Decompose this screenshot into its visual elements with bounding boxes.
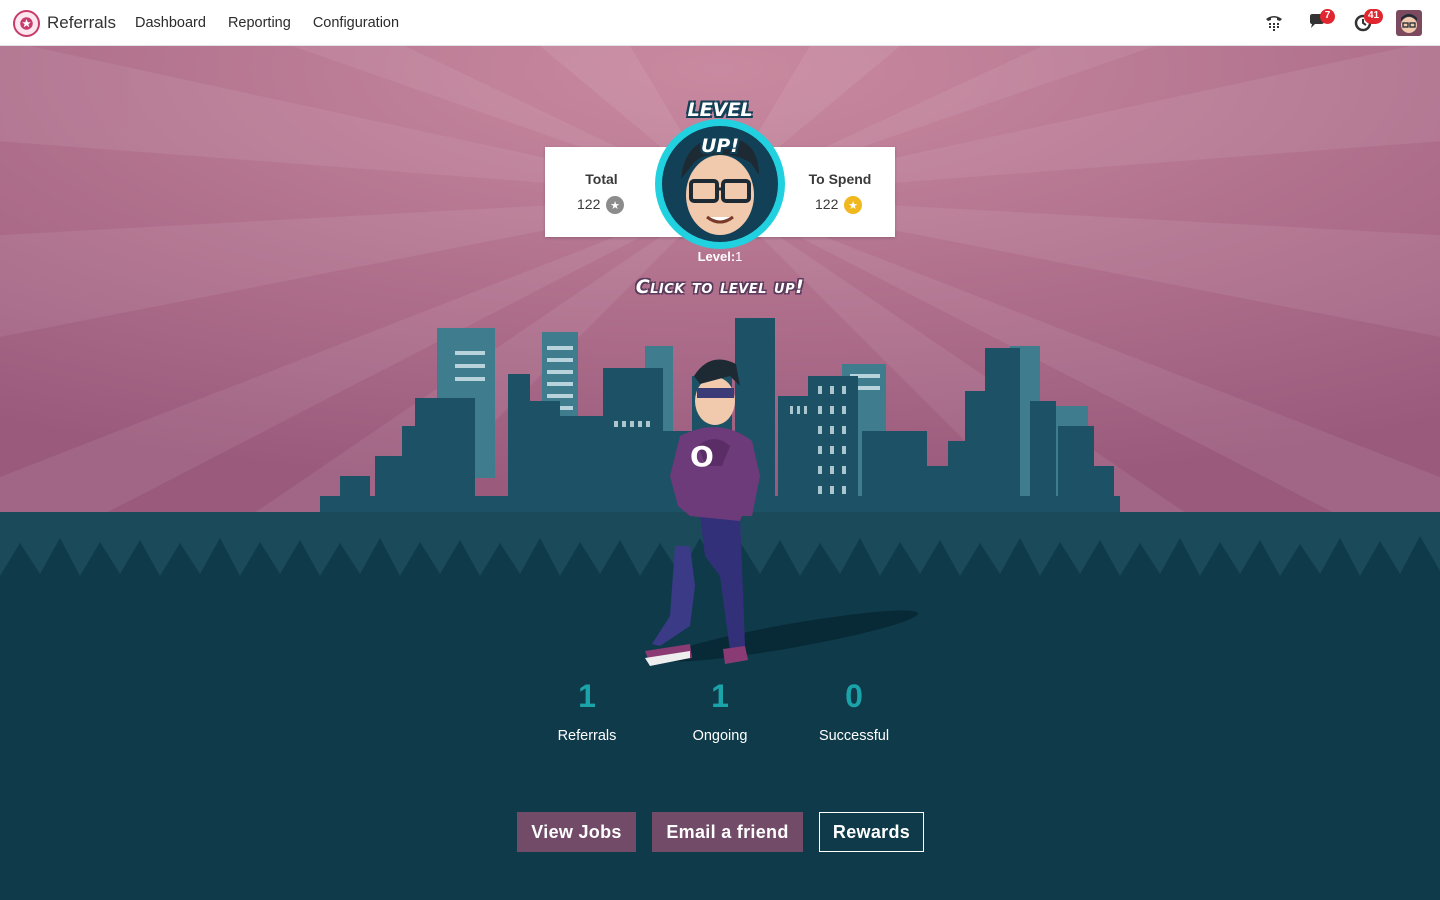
user-avatar[interactable]: [1396, 10, 1422, 36]
level-up-badge: LEVEL UP!: [687, 99, 753, 157]
grey-star-coin-icon: ★: [606, 196, 624, 214]
stat-successful: 0 Successful: [789, 678, 919, 744]
stat-successful-label: Successful: [818, 728, 890, 744]
activities-icon[interactable]: 41: [1354, 9, 1384, 34]
to-spend-points-value: 122: [815, 196, 839, 212]
activities-badge: 41: [1364, 9, 1384, 24]
gold-star-coin-icon: ★: [844, 196, 862, 214]
messages-badge: 7: [1320, 9, 1335, 24]
stat-ongoing-label: Ongoing: [692, 728, 748, 744]
phone-icon[interactable]: [1264, 12, 1288, 34]
rewards-button[interactable]: Rewards: [819, 812, 924, 852]
level-label: Level:: [697, 249, 736, 264]
top-navbar: Referrals Dashboard Reporting Configurat…: [0, 0, 1440, 46]
total-points-value: 122: [577, 196, 601, 212]
menu-dashboard[interactable]: Dashboard: [124, 15, 217, 31]
email-a-friend-button[interactable]: Email a friend: [652, 812, 803, 852]
click-to-level-up-link[interactable]: Click to level up!: [570, 276, 870, 298]
svg-text:O: O: [690, 440, 714, 473]
messages-icon[interactable]: 7: [1308, 9, 1335, 34]
level-indicator: Level:1: [670, 249, 770, 264]
stat-successful-value: 0: [845, 678, 863, 714]
view-jobs-button[interactable]: View Jobs: [517, 812, 636, 852]
to-spend-points-label: To Spend: [808, 171, 872, 187]
stat-referrals-value: 1: [578, 678, 596, 714]
app-name[interactable]: Referrals: [47, 13, 116, 33]
stat-ongoing: 1 Ongoing: [655, 678, 785, 744]
referrals-app-icon[interactable]: [13, 10, 40, 37]
referral-scene: O Total 122 ★ To Spend 122 ★ LEVEL UP! L…: [0, 46, 1440, 900]
stat-referrals-label: Referrals: [557, 728, 617, 744]
stat-ongoing-value: 1: [711, 678, 729, 714]
main-menu: Dashboard Reporting Configuration: [124, 0, 410, 46]
menu-reporting[interactable]: Reporting: [217, 15, 302, 31]
level-value: 1: [735, 249, 743, 264]
menu-configuration[interactable]: Configuration: [302, 15, 410, 31]
total-points-label: Total: [585, 171, 618, 187]
stat-referrals: 1 Referrals: [522, 678, 652, 744]
